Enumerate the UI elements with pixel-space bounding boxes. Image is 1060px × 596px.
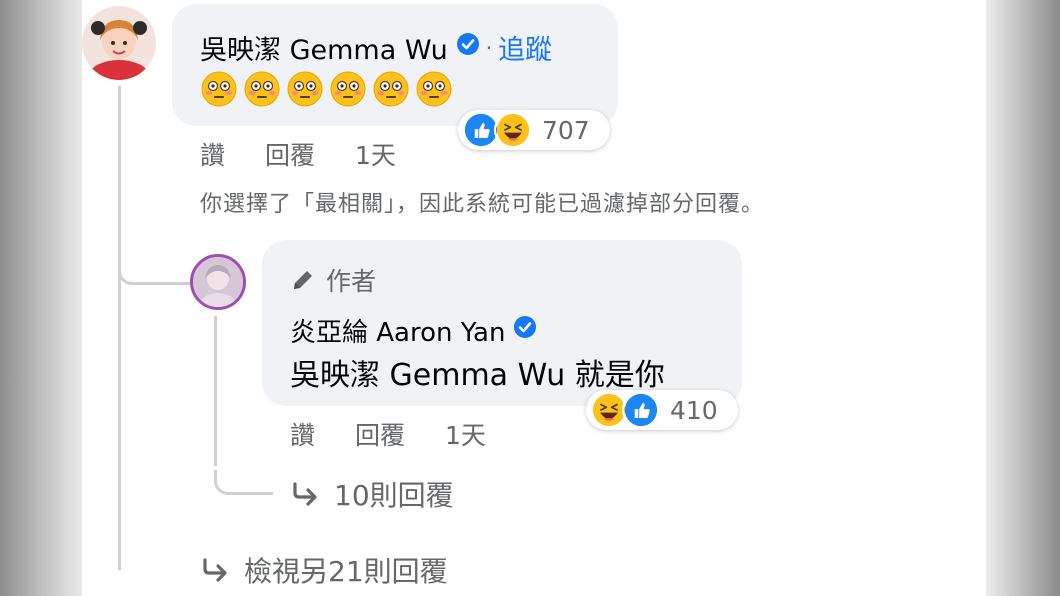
verified-badge-icon [456,32,480,63]
view-replies-link[interactable]: 10則回覆 [290,474,454,514]
verified-badge-icon [513,315,537,346]
comment-timestamp[interactable]: 1天 [355,136,396,172]
flushed-emoji-icon [416,71,452,107]
haha-reaction-icon [494,111,532,149]
flushed-emoji-icon [373,71,409,107]
comment-header: 吳映潔 Gemma Wu · 追蹤 [200,28,552,67]
reply-arrow-icon [293,482,317,506]
view-replies-label: 10則回覆 [334,479,454,512]
author-badge: 作者 [290,262,376,298]
filter-notice: 你選擇了「最相關」，因此系統可能已過濾掉部分回覆。 [200,192,765,217]
reply-arrow-icon [203,558,227,582]
reply-thread-branch [214,470,273,495]
author-badge-label: 作者 [326,267,377,296]
view-more-replies-link[interactable]: 檢視另21則回覆 [200,550,448,590]
reply-reactions-summary[interactable]: 410 [586,390,738,430]
left-background [0,0,82,596]
comment-emoji-text [200,70,453,108]
reply-header: 炎亞綸 Aaron Yan [290,312,537,349]
comment-actions: 讚 回覆 1天 [200,136,396,172]
follow-link[interactable]: 追蹤 [498,28,552,67]
reply-text: 吳映潔 Gemma Wu 就是你 [290,358,665,393]
reply-author-name[interactable]: 炎亞綸 Aaron Yan [290,312,505,349]
like-reaction-icon [622,391,660,429]
like-button[interactable]: 讚 [200,136,225,172]
view-more-replies-label: 檢視另21則回覆 [244,555,448,588]
right-background [986,0,1060,596]
flushed-emoji-icon [330,71,366,107]
reply-actions: 讚 回覆 1天 [290,416,486,452]
reply-avatar[interactable] [190,254,246,310]
thread-branch [118,270,199,285]
flushed-emoji-icon [287,71,323,107]
reaction-count: 410 [670,395,718,425]
comment-author-name[interactable]: 吳映潔 Gemma Wu [200,28,448,67]
flushed-emoji-icon [244,71,280,107]
reactions-summary[interactable]: 707 [458,110,610,150]
reply-button[interactable]: 回覆 [265,136,315,172]
avatar[interactable] [82,6,156,80]
flushed-emoji-icon [201,71,237,107]
thread-line [118,86,121,570]
reply-timestamp[interactable]: 1天 [445,416,486,452]
separator-dot: · [485,35,493,60]
pencil-icon [294,271,312,289]
reply-button[interactable]: 回覆 [355,416,405,452]
like-button[interactable]: 讚 [290,416,315,452]
reply-thread-line [214,316,217,466]
reaction-count: 707 [542,115,590,145]
